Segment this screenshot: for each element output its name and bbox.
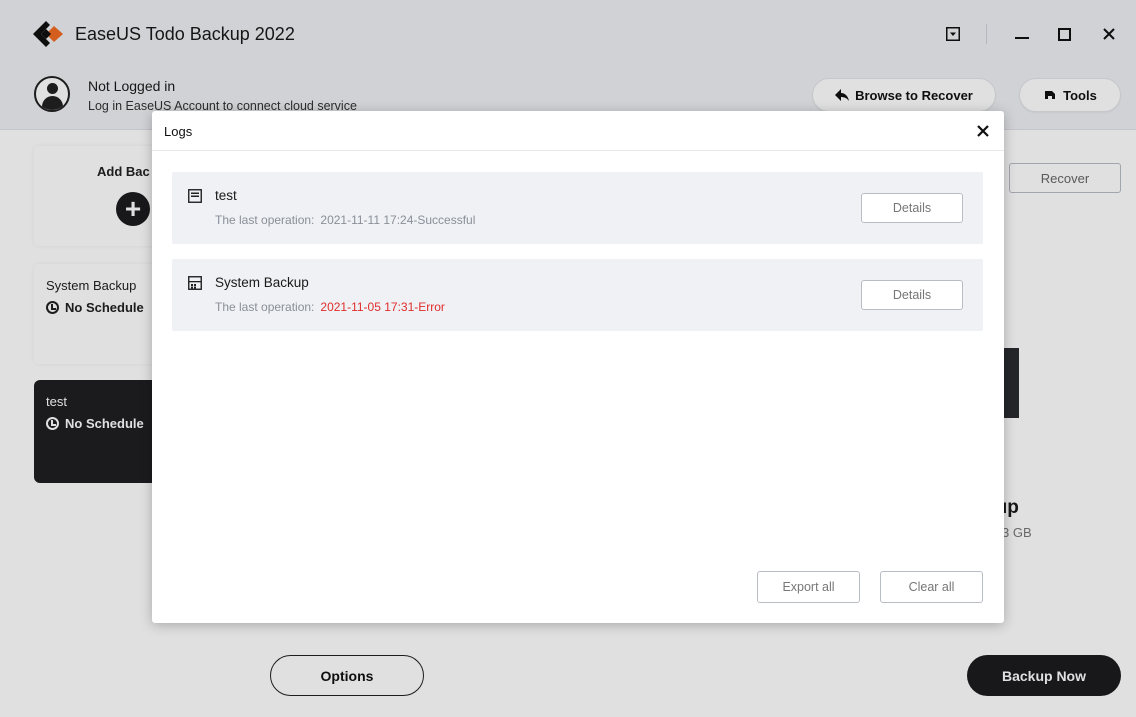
file-backup-icon [188,189,202,203]
log-item: System Backup The last operation: 2021-11… [172,259,983,331]
clear-all-button[interactable]: Clear all [880,571,983,603]
dialog-title: Logs [164,124,193,139]
details-button[interactable]: Details [861,193,963,223]
log-item: test The last operation: 2021-11-11 17:24… [172,172,983,244]
last-operation-label: The last operation: [215,213,315,227]
last-operation-value: 2021-11-05 17:31-Error [320,300,445,314]
details-button[interactable]: Details [861,280,963,310]
last-operation-label: The last operation: [215,300,315,314]
log-item-meta: The last operation: 2021-11-11 17:24-Succ… [215,213,475,227]
dialog-header: Logs [152,111,1004,151]
last-operation-value: 2021-11-11 17:24-Successful [320,213,476,227]
logs-dialog: Logs test The last operation: 2021-11-11 … [152,111,1004,623]
log-item-meta: The last operation: 2021-11-05 17:31-Erro… [215,300,445,314]
system-backup-icon [188,276,202,290]
log-item-name: test [215,188,237,203]
app-window: EaseUS Todo Backup 2022 Not Logged in Lo… [0,0,1136,717]
export-all-button[interactable]: Export all [757,571,860,603]
close-icon [977,125,989,137]
close-dialog-button[interactable] [972,119,994,143]
log-item-name: System Backup [215,275,309,290]
